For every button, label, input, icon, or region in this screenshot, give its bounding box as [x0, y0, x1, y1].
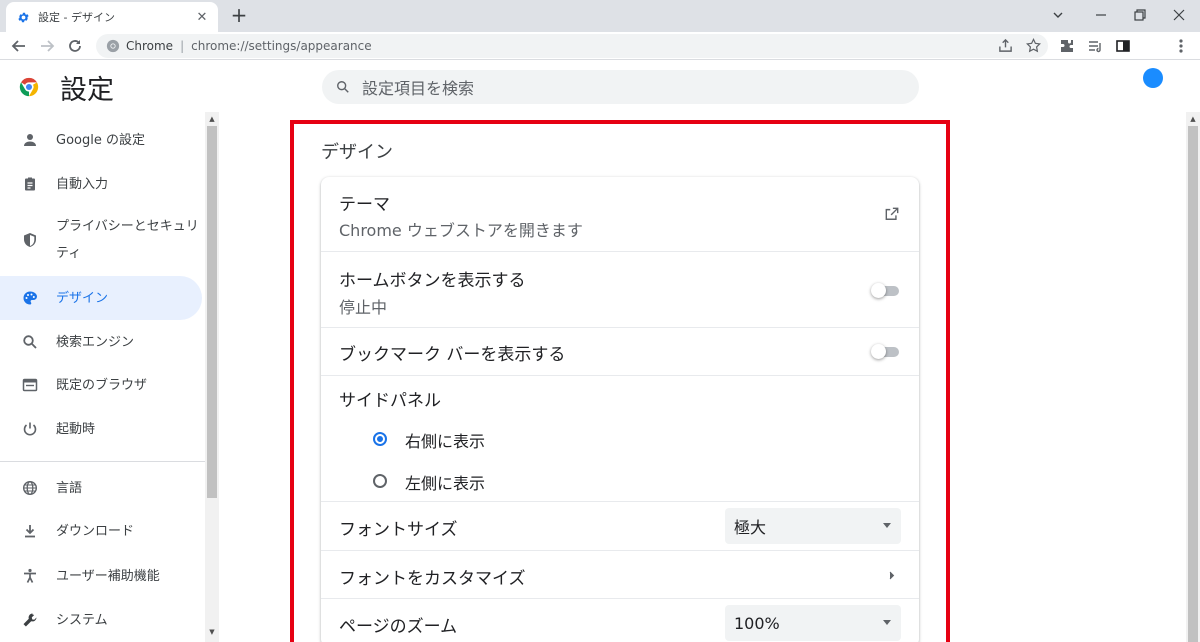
reload-icon[interactable]: [64, 35, 86, 57]
sidebar-item-google[interactable]: Google の設定: [0, 125, 202, 155]
sidebar-item-default-browser[interactable]: 既定のブラウザ: [0, 370, 202, 400]
search-icon: [20, 332, 40, 352]
sidebar-item-label: Google の設定: [56, 132, 145, 148]
new-tab-button[interactable]: +: [228, 3, 250, 27]
sidebar-item-search-engine[interactable]: 検索エンジン: [0, 327, 202, 357]
settings-search-input[interactable]: 設定項目を検索: [322, 70, 919, 104]
menu-kebab-icon[interactable]: [1172, 37, 1190, 55]
sidebar-item-appearance[interactable]: デザイン: [0, 276, 202, 320]
sidebar-item-autofill[interactable]: 自動入力: [0, 169, 202, 199]
omnibox-site-chip: Chrome: [126, 39, 174, 53]
tab-title: 設定 - デザイン: [38, 11, 115, 24]
sidebar-item-accessibility[interactable]: ユーザー補助機能: [0, 561, 202, 591]
download-icon: [20, 521, 40, 541]
sidebar-item-downloads[interactable]: ダウンロード: [0, 516, 202, 546]
accessibility-icon: [20, 566, 40, 586]
person-icon: [20, 130, 40, 150]
tab-settings[interactable]: 設定 - デザイン ✕: [6, 2, 218, 32]
sidebar-divider: [0, 461, 205, 462]
sidebar-item-label: 既定のブラウザ: [56, 377, 148, 393]
sidebar-item-on-startup[interactable]: 起動時: [0, 414, 202, 444]
wrench-icon: [20, 610, 40, 630]
page-scrollbar-thumb[interactable]: [1188, 126, 1198, 642]
sidebar-item-system[interactable]: システム: [0, 605, 202, 635]
scroll-down-arrow-icon[interactable]: ▼: [205, 626, 219, 638]
browser-icon: [20, 375, 40, 395]
sidebar-item-label: プライバシーとセキュリティ: [56, 219, 199, 261]
tab-strip: 設定 - デザイン ✕ +: [0, 0, 1200, 32]
power-icon: [20, 419, 40, 439]
sidebar-item-label: 起動時: [56, 421, 96, 437]
palette-icon: [20, 288, 40, 308]
shield-icon: [20, 230, 40, 250]
sidebar-item-label: 検索エンジン: [56, 334, 135, 350]
sidebar-item-privacy[interactable]: プライバシーとセキュリティ: [0, 212, 202, 268]
reading-list-icon[interactable]: [1086, 37, 1104, 55]
sidebar-item-label: ダウンロード: [56, 523, 135, 539]
globe-icon: [20, 478, 40, 498]
search-placeholder: 設定項目を検索: [362, 79, 475, 98]
tab-search-icon[interactable]: [1039, 0, 1077, 30]
address-bar[interactable]: Chrome | chrome://settings/appearance: [96, 34, 1048, 58]
close-window-icon[interactable]: [1160, 0, 1198, 30]
chrome-logo-icon: [18, 76, 40, 98]
scroll-up-arrow-icon[interactable]: ▲: [205, 113, 219, 125]
restore-icon[interactable]: [1121, 0, 1159, 30]
clipboard-icon: [20, 174, 40, 194]
sidebar-item-label: 言語: [56, 480, 83, 496]
sidebar-item-label: 自動入力: [56, 176, 109, 192]
search-icon: [336, 80, 350, 94]
sidebar-item-label: システム: [56, 612, 108, 628]
sidebar-scrollbar-thumb[interactable]: [207, 126, 217, 498]
sidebar-item-label: デザイン: [56, 290, 109, 306]
sidebar-item-label: ユーザー補助機能: [56, 568, 160, 584]
page-title: 設定: [60, 75, 114, 106]
share-icon[interactable]: [996, 36, 1014, 54]
profile-avatar[interactable]: [1143, 68, 1163, 88]
chrome-logo-icon: [106, 39, 120, 53]
toolbar: Chrome | chrome://settings/appearance: [0, 32, 1200, 88]
minimize-icon[interactable]: [1082, 0, 1120, 30]
gear-icon: [16, 10, 30, 24]
sidebar-item-languages[interactable]: 言語: [0, 473, 202, 503]
omnibox-url: chrome://settings/appearance: [191, 39, 372, 53]
extensions-icon[interactable]: [1058, 37, 1076, 55]
scroll-up-arrow-icon[interactable]: ▲: [1186, 113, 1200, 125]
omnibox-separator: |: [180, 39, 185, 53]
side-panel-icon[interactable]: [1114, 37, 1132, 55]
back-arrow-icon[interactable]: [8, 35, 30, 57]
star-icon[interactable]: [1024, 36, 1042, 54]
highlight-annotation-box: [290, 120, 950, 642]
close-icon[interactable]: ✕: [194, 9, 210, 25]
forward-arrow-icon[interactable]: [36, 35, 58, 57]
settings-sidebar: Google の設定 自動入力 プライバシーとセキュリティ デザイン 検索エンジ…: [0, 112, 205, 642]
